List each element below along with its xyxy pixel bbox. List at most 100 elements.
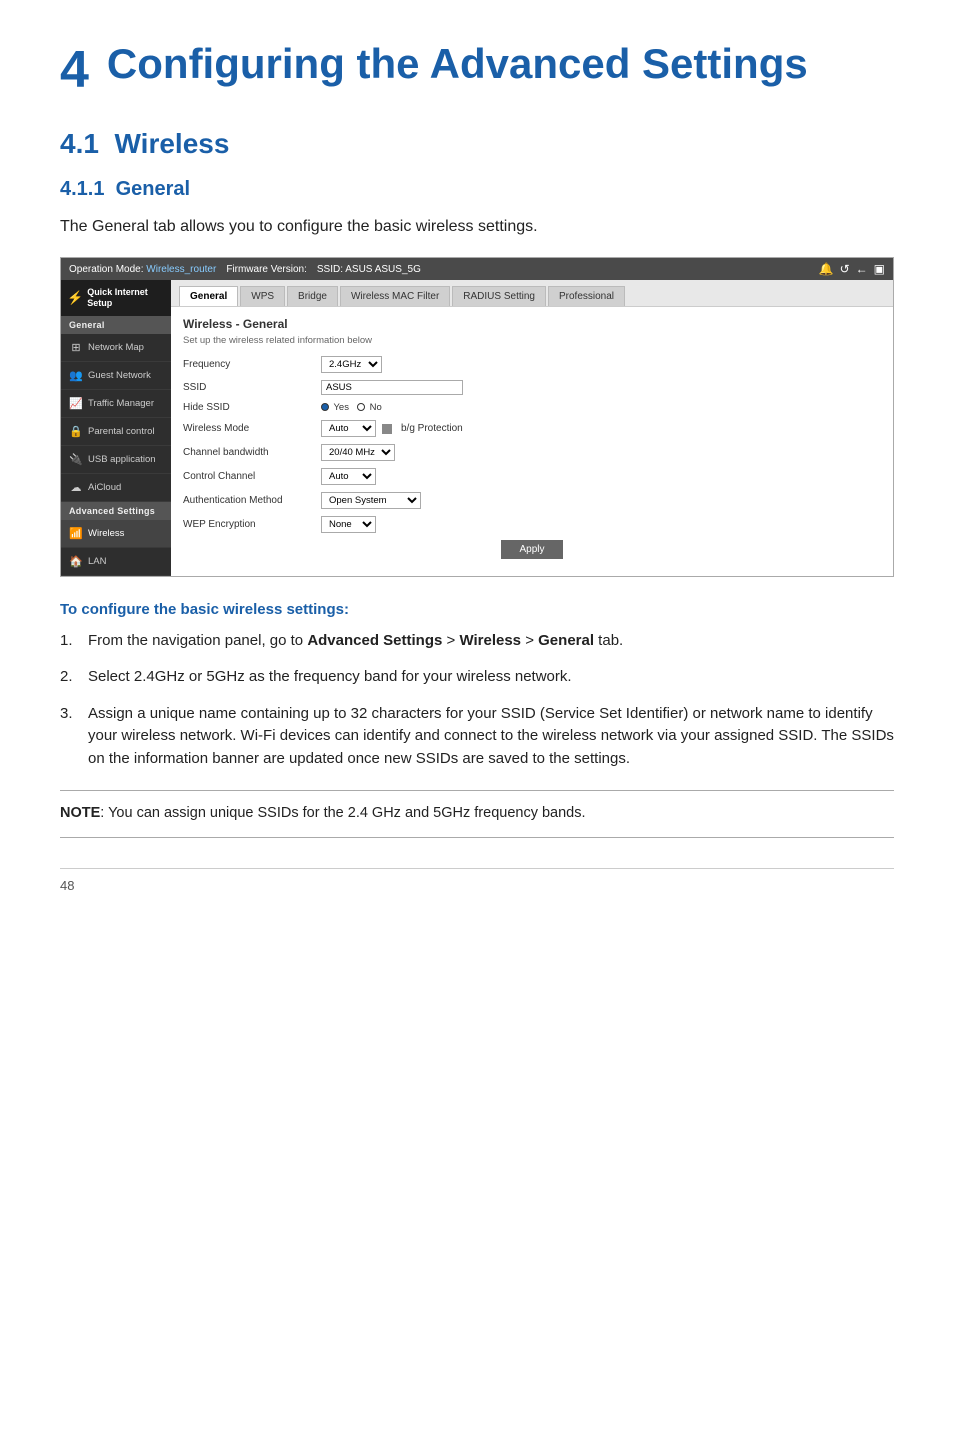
operation-mode-label: Operation Mode: Wireless_router — [69, 264, 216, 275]
bg-protection-label: b/g Protection — [401, 423, 463, 434]
wireless-mode-value: Auto b/g Protection — [321, 420, 463, 437]
wireless-mode-label: Wireless Mode — [183, 423, 313, 434]
traffic-manager-icon: 📈 — [69, 397, 83, 410]
chapter-number: 4 — [60, 40, 89, 100]
instruction-item-3: 3. Assign a unique name containing up to… — [60, 703, 894, 771]
sidebar-item-aicloud[interactable]: ☁ AiCloud — [61, 474, 171, 502]
control-channel-label: Control Channel — [183, 471, 313, 482]
bell-icon: 🔔 — [819, 262, 834, 276]
chapter-title: Configuring the Advanced Settings — [107, 40, 808, 88]
instruction-1-number: 1. — [60, 630, 73, 653]
chapter-heading: 4 Configuring the Advanced Settings — [60, 40, 894, 100]
frequency-row: Frequency 2.4GHz 5GHz — [183, 356, 881, 373]
auth-method-value: Open System — [321, 492, 421, 509]
radio-no-dot — [357, 403, 365, 411]
parental-control-icon: 🔒 — [69, 425, 83, 438]
aicloud-icon: ☁ — [69, 481, 83, 494]
ssid-row: SSID — [183, 380, 881, 395]
sidebar-lan-label: LAN — [88, 556, 106, 567]
wep-encryption-select[interactable]: None — [321, 516, 376, 533]
control-channel-select[interactable]: Auto — [321, 468, 376, 485]
section-4-1-1-title: 4.1.1 General — [60, 178, 894, 201]
router-body: ⚡ Quick InternetSetup General ⊞ Network … — [61, 280, 893, 576]
sidebar-item-parental-control[interactable]: 🔒 Parental control — [61, 418, 171, 446]
sidebar-item-guest-network[interactable]: 👥 Guest Network — [61, 362, 171, 390]
router-topbar-icons: 🔔 ↺ ← ▣ — [819, 262, 885, 276]
router-topbar-info: Operation Mode: Wireless_router Firmware… — [69, 264, 421, 275]
sidebar-usb-label: USB application — [88, 454, 156, 465]
router-panel: Wireless - General Set up the wireless r… — [171, 307, 893, 569]
sidebar-item-traffic-manager[interactable]: 📈 Traffic Manager — [61, 390, 171, 418]
sidebar-guest-network-label: Guest Network — [88, 370, 151, 381]
wep-encryption-row: WEP Encryption None — [183, 516, 881, 533]
sidebar-item-wireless[interactable]: 📶 Wireless — [61, 520, 171, 548]
sidebar-network-map-label: Network Map — [88, 342, 144, 353]
asus-logo-icon: ⚡ — [67, 290, 83, 306]
wep-encryption-value: None — [321, 516, 376, 533]
channel-bandwidth-label: Channel bandwidth — [183, 447, 313, 458]
quick-internet-setup-item[interactable]: ⚡ Quick InternetSetup — [61, 280, 171, 316]
auth-method-select[interactable]: Open System — [321, 492, 421, 509]
wireless-mode-select[interactable]: Auto — [321, 420, 376, 437]
instruction-2-number: 2. — [60, 666, 73, 689]
hide-ssid-row: Hide SSID Yes No — [183, 402, 881, 413]
note-box: NOTE: You can assign unique SSIDs for th… — [60, 790, 894, 838]
page-footer: 48 — [60, 868, 894, 895]
tab-wireless-mac-filter[interactable]: Wireless MAC Filter — [340, 286, 450, 306]
hide-ssid-value: Yes No — [321, 402, 382, 413]
instruction-item-2: 2. Select 2.4GHz or 5GHz as the frequenc… — [60, 666, 894, 689]
hide-ssid-yes-radio[interactable]: Yes — [321, 402, 349, 413]
apply-button[interactable]: Apply — [501, 540, 562, 559]
tab-radius-setting[interactable]: RADIUS Setting — [452, 286, 546, 306]
wep-encryption-label: WEP Encryption — [183, 519, 313, 530]
router-ui-screenshot: Operation Mode: Wireless_router Firmware… — [60, 257, 894, 577]
ssid-input[interactable] — [321, 380, 463, 395]
frequency-select[interactable]: 2.4GHz 5GHz — [321, 356, 382, 373]
sidebar-aicloud-label: AiCloud — [88, 482, 121, 493]
router-content: General WPS Bridge Wireless MAC Filter R… — [171, 280, 893, 576]
panel-title: Wireless - General — [183, 317, 881, 331]
channel-bandwidth-value: 20/40 MHz — [321, 444, 395, 461]
sidebar-parental-control-label: Parental control — [88, 426, 155, 437]
tab-professional[interactable]: Professional — [548, 286, 625, 306]
network-map-icon: ⊞ — [69, 341, 83, 354]
ssid-label-field: SSID — [183, 382, 313, 393]
sidebar-item-lan[interactable]: 🏠 LAN — [61, 548, 171, 576]
panel-subtitle: Set up the wireless related information … — [183, 335, 881, 346]
control-channel-value: Auto — [321, 468, 376, 485]
router-tabs: General WPS Bridge Wireless MAC Filter R… — [171, 280, 893, 307]
instructions-heading: To configure the basic wireless settings… — [60, 601, 894, 618]
frequency-value: 2.4GHz 5GHz — [321, 356, 382, 373]
radio-yes-dot — [321, 403, 329, 411]
general-section-header: General — [61, 316, 171, 334]
refresh-icon: ↺ — [840, 262, 850, 276]
bg-protection-checkbox[interactable] — [382, 424, 392, 434]
back-icon: ← — [856, 262, 868, 276]
auth-method-label: Authentication Method — [183, 495, 313, 506]
firmware-label: Firmware Version: — [226, 264, 307, 275]
wireless-mode-row: Wireless Mode Auto b/g Protection — [183, 420, 881, 437]
hide-ssid-no-radio[interactable]: No — [357, 402, 382, 413]
advanced-settings-header: Advanced Settings — [61, 502, 171, 520]
frequency-label: Frequency — [183, 359, 313, 370]
window-icon: ▣ — [874, 262, 885, 276]
router-topbar: Operation Mode: Wireless_router Firmware… — [61, 258, 893, 280]
channel-bandwidth-row: Channel bandwidth 20/40 MHz — [183, 444, 881, 461]
instruction-list: 1. From the navigation panel, go to Adva… — [60, 630, 894, 771]
hide-ssid-label: Hide SSID — [183, 402, 313, 413]
intro-text: The General tab allows you to configure … — [60, 215, 894, 239]
tab-wps[interactable]: WPS — [240, 286, 285, 306]
lan-icon: 🏠 — [69, 555, 83, 568]
ssid-label: SSID: ASUS ASUS_5G — [317, 264, 421, 275]
sidebar-item-usb-application[interactable]: 🔌 USB application — [61, 446, 171, 474]
control-channel-row: Control Channel Auto — [183, 468, 881, 485]
guest-network-icon: 👥 — [69, 369, 83, 382]
sidebar-item-network-map[interactable]: ⊞ Network Map — [61, 334, 171, 362]
channel-bandwidth-select[interactable]: 20/40 MHz — [321, 444, 395, 461]
auth-method-row: Authentication Method Open System — [183, 492, 881, 509]
router-sidebar: ⚡ Quick InternetSetup General ⊞ Network … — [61, 280, 171, 576]
tab-general[interactable]: General — [179, 286, 238, 306]
tab-bridge[interactable]: Bridge — [287, 286, 338, 306]
note-text: NOTE: You can assign unique SSIDs for th… — [60, 803, 894, 825]
page-number: 48 — [60, 878, 74, 893]
